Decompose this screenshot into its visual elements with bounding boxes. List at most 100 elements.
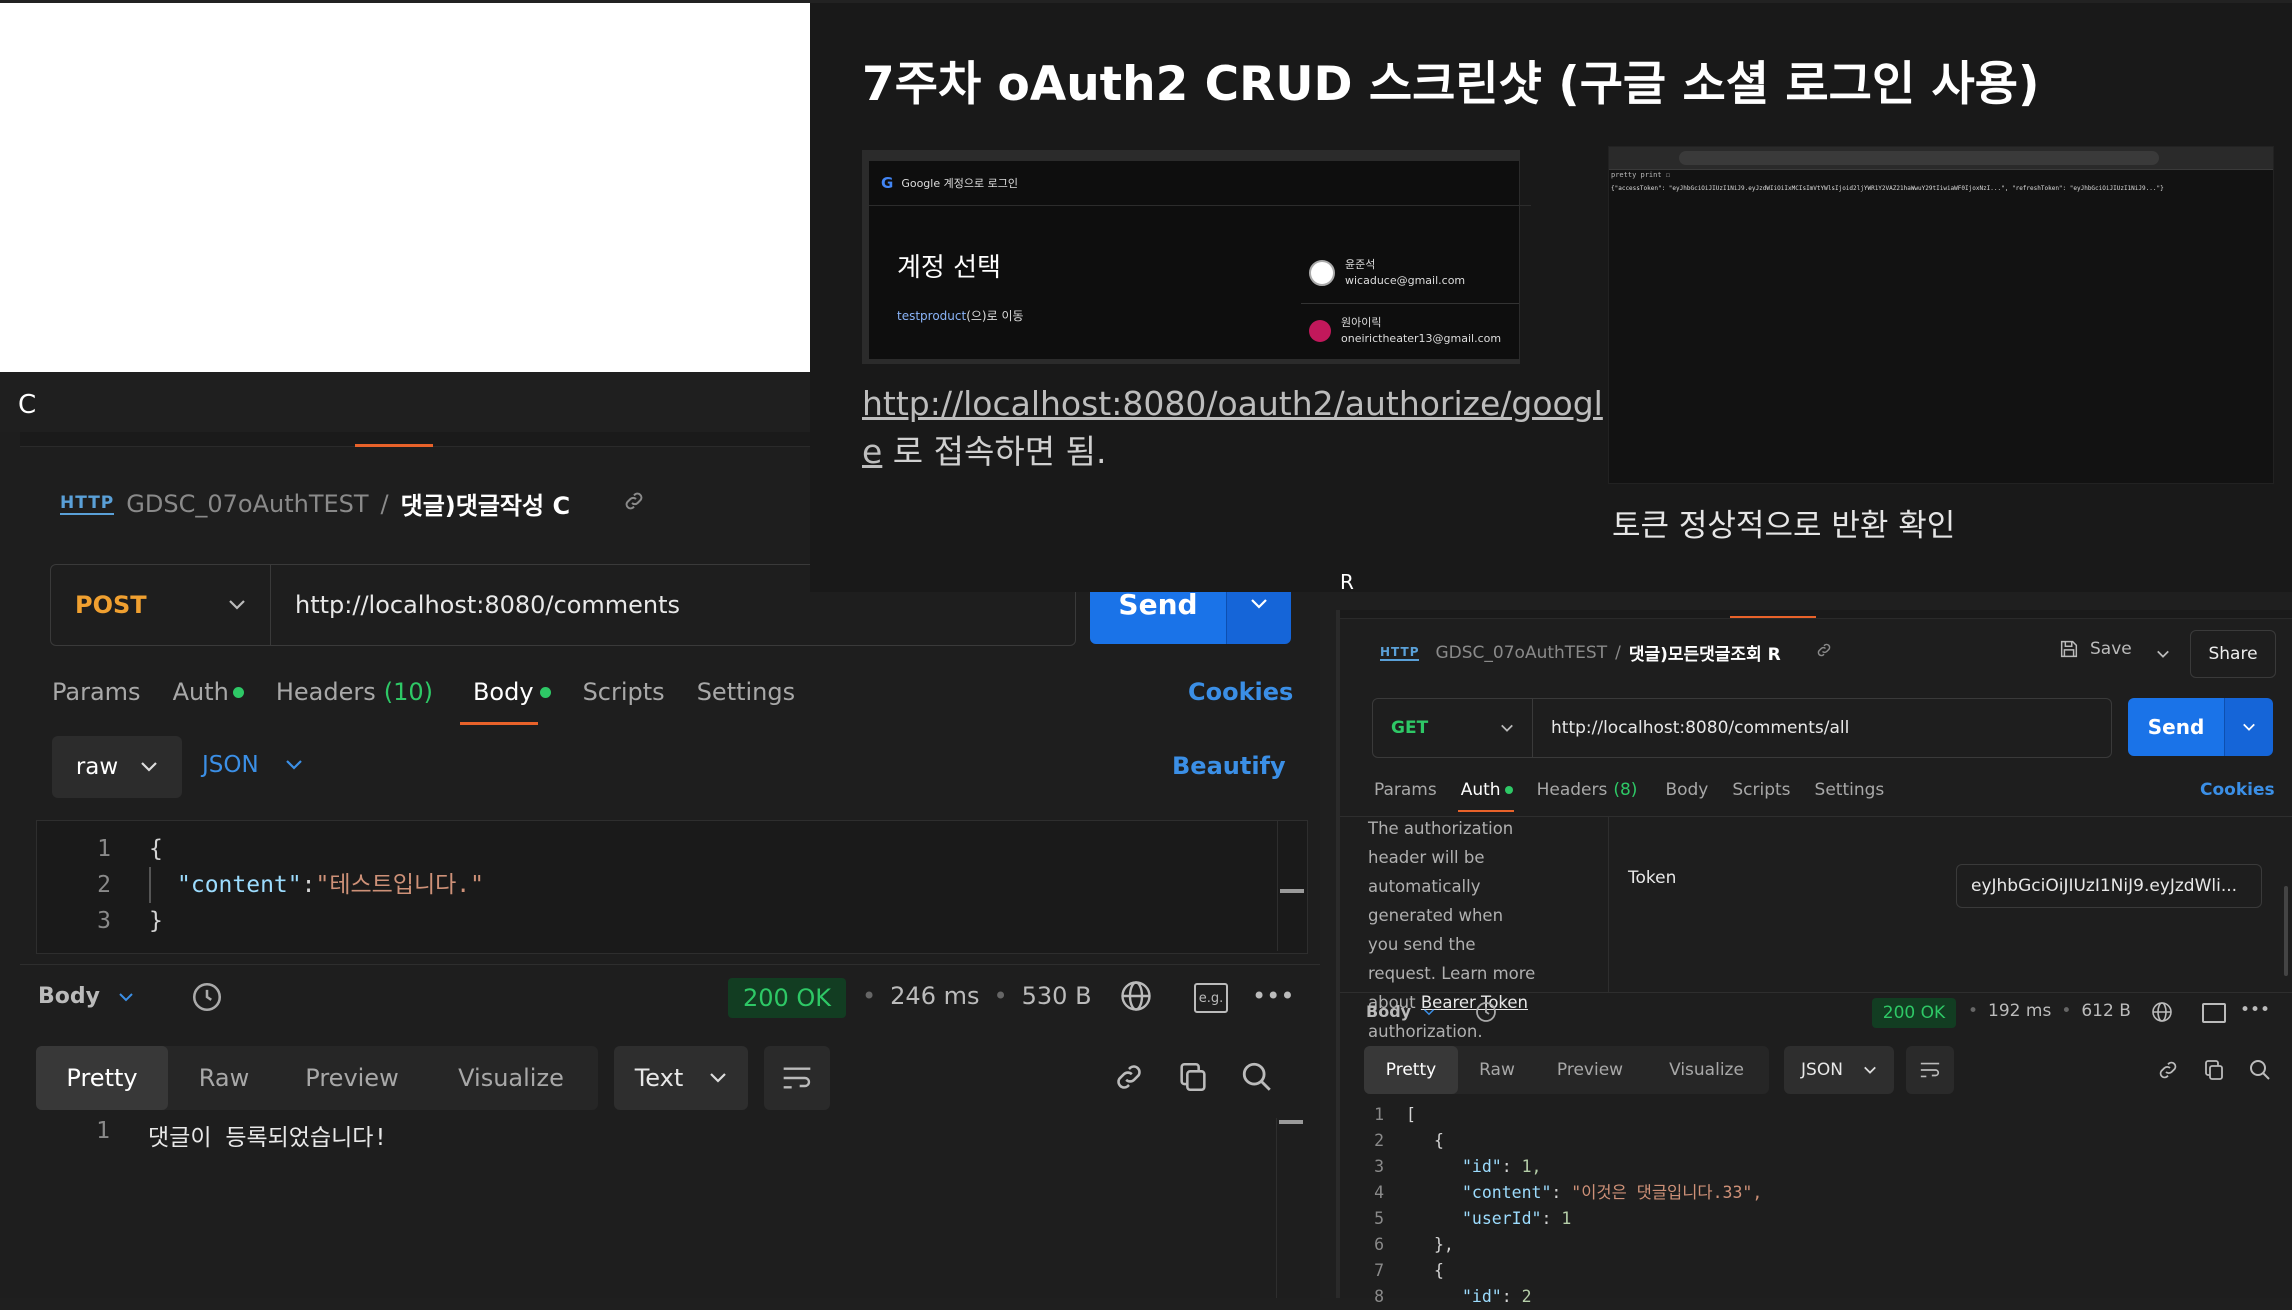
oauth-authorize-link-tail[interactable]: e [862,432,882,471]
tab-scripts[interactable]: Scripts [583,678,665,706]
editor-scrollbar[interactable] [1277,821,1306,951]
view-pretty[interactable]: Pretty [36,1046,168,1110]
tab-body[interactable]: Body [1665,780,1708,800]
breadcrumb: HTTP GDSC_07oAuthTEST / 댓글)댓글작성 C [60,486,646,521]
view-visualize[interactable]: Visualize [424,1046,598,1110]
account-select-heading: 계정 선택 [897,253,1001,283]
cookies-link[interactable]: Cookies [2200,780,2275,800]
response-time: 192 ms [1988,1001,2052,1021]
search-icon[interactable] [1240,1060,1274,1098]
tab-headers[interactable]: Headers [1537,780,1608,800]
response-body: 1[2{3 "id": 1, 4 "content": "이것은 댓글입니다.33",… [1364,1102,2264,1310]
line-number: 2 [1374,1131,1384,1150]
wrap-lines-button[interactable] [764,1046,830,1110]
breadcrumb-request[interactable]: 댓글)모든댓글조회 R [1629,640,1781,665]
divider [20,964,1320,965]
response-view-tabs: Pretty Raw Preview Visualize [1364,1046,1769,1094]
link-icon[interactable] [2156,1058,2180,1086]
auth-help-part: authorization. [1368,1022,1483,1041]
chevron-down-icon [1251,599,1267,609]
method-select[interactable]: GET [1373,699,1533,757]
response-text: 댓글이 등록되었습니다! [148,1125,388,1151]
wrap-lines-button[interactable] [1906,1046,1954,1094]
response-body-select[interactable]: Body [38,984,134,1009]
oauth-authorize-link[interactable]: http://localhost:8080/oauth2/authorize/g… [862,384,1603,423]
breadcrumb-request[interactable]: 댓글)댓글작성 C [401,486,570,521]
response-format-select[interactable]: JSON [1784,1046,1894,1094]
request-body-editor[interactable]: 1 { 2 "content":"테스트입니다." 3 } [36,820,1308,954]
response-meta: • 246 ms • 530 B [862,982,1092,1010]
response-format-select[interactable]: Text [614,1046,748,1110]
tab-auth[interactable]: Auth [1461,780,1501,800]
line-number: 6 [1374,1235,1384,1254]
json-value: "이것은 댓글입니다.33", [1561,1183,1763,1202]
url-input[interactable]: http://localhost:8080/comments/all [1533,718,1849,738]
tab-params[interactable]: Params [1374,780,1437,800]
tab-body[interactable]: Body [473,678,534,706]
method-select[interactable]: POST [51,565,271,645]
save-button[interactable]: Save [2058,638,2132,660]
beautify-button[interactable]: Beautify [1172,752,1286,780]
response-scrollbar[interactable] [1276,1118,1305,1298]
view-preview[interactable]: Preview [1536,1046,1644,1094]
copy-icon[interactable] [1176,1060,1210,1098]
more-icon[interactable]: ••• [2240,1000,2270,1020]
tab-scripts[interactable]: Scripts [1732,780,1790,800]
send-button[interactable]: Send [2128,698,2224,756]
tab-headers[interactable]: Headers [276,678,376,706]
account-email: oneirictheater13@gmail.com [1341,332,1502,345]
breadcrumb-collection[interactable]: GDSC_07oAuthTEST [1435,643,1607,663]
body-tab-underline [460,722,538,725]
json-key: "userId" [1462,1209,1542,1228]
code-line: 1 { [37,831,1277,867]
browser-address-bar [1679,151,2159,165]
account-item[interactable]: 원아이릭 oneirictheater13@gmail.com [1309,315,1501,347]
url-input[interactable]: http://localhost:8080/comments [271,591,680,619]
body-mode-select[interactable]: raw [52,736,182,798]
history-icon[interactable] [190,980,224,1018]
breadcrumb-collection[interactable]: GDSC_07oAuthTEST [126,490,368,518]
tab-settings[interactable]: Settings [697,678,795,706]
history-icon[interactable] [1474,1000,1498,1028]
json-colon: : [301,872,316,898]
search-icon[interactable] [2248,1058,2272,1086]
code-text: "id": 2 [1462,1287,1532,1306]
example-icon[interactable]: e.g. [1194,983,1228,1013]
cookies-link[interactable]: Cookies [1188,678,1293,706]
token-input[interactable]: eyJhbGciOiJIUzI1NiJ9.eyJzdWli... [1956,864,2262,908]
tab-settings[interactable]: Settings [1815,780,1885,800]
response-line: 3 "id": 1, [1364,1154,2264,1180]
response-label: Body [1366,1002,1412,1021]
globe-icon[interactable] [2150,1000,2174,1028]
tab-params[interactable]: Params [52,678,141,706]
send-options-button[interactable] [2224,698,2273,756]
more-icon[interactable]: ••• [1252,982,1294,1010]
globe-icon[interactable] [1118,978,1154,1018]
account-item[interactable]: 윤준석 wicaduce@gmail.com [1309,257,1465,289]
copy-icon[interactable] [2202,1058,2226,1086]
response-body-select[interactable]: Body [1366,1002,1435,1021]
link-icon[interactable] [622,489,646,519]
app-link[interactable]: testproduct [897,309,966,323]
tab-auth[interactable]: Auth [173,678,229,706]
body-language-select[interactable]: JSON [202,752,303,778]
json-value: 1, [1511,1157,1542,1176]
share-button[interactable]: Share [2190,630,2276,678]
response-line: 7{ [1364,1258,2264,1284]
view-preview[interactable]: Preview [280,1046,424,1110]
body-language-label: JSON [202,752,259,778]
view-pretty[interactable]: Pretty [1364,1046,1458,1094]
method-label: GET [1391,718,1429,738]
request-code: 1 { 2 "content":"테스트입니다." 3 } [37,831,1277,939]
link-icon[interactable] [1815,641,1833,664]
status-badge: 200 OK [1872,998,1956,1028]
view-raw[interactable]: Raw [1458,1046,1536,1094]
view-visualize[interactable]: Visualize [1644,1046,1769,1094]
save-options-chevron[interactable] [2156,644,2170,663]
link-icon[interactable] [1112,1060,1146,1098]
json-value: 2 [1511,1287,1532,1306]
view-raw[interactable]: Raw [168,1046,280,1110]
example-icon[interactable] [2202,1003,2226,1023]
auth-scrollbar[interactable] [2284,886,2288,976]
blank-white-panel [0,3,810,372]
